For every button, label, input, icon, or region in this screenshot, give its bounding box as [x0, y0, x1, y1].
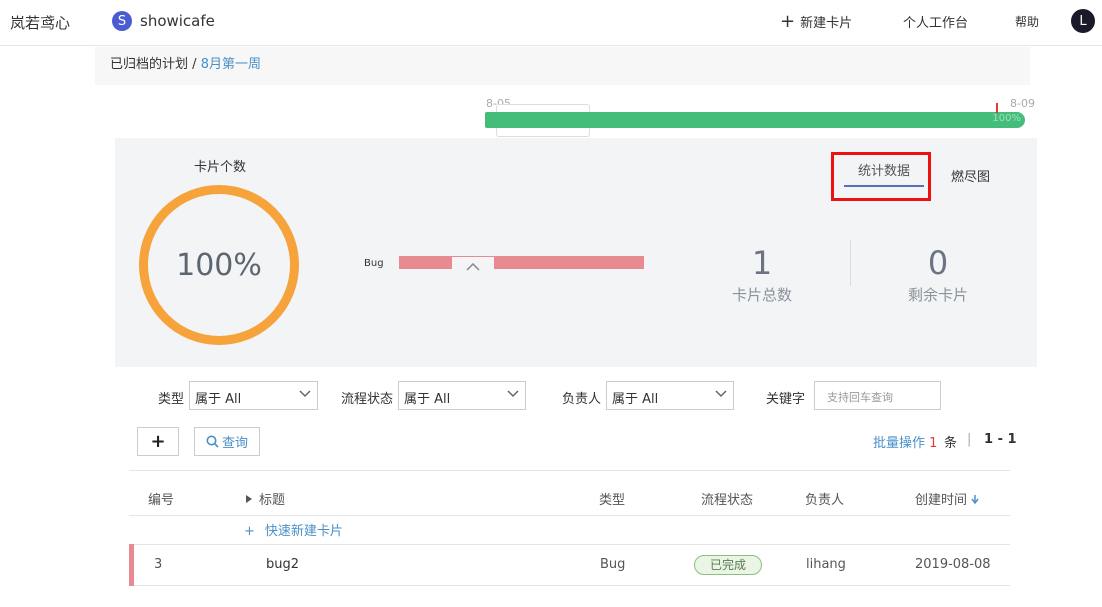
- query-label: 查询: [221, 436, 248, 451]
- column-header-title-label: 标题: [259, 493, 286, 508]
- type-filter-value: 属于 All: [195, 392, 242, 407]
- total-cards-stat: 1 卡片总数: [702, 244, 822, 305]
- breadcrumb-parent[interactable]: 已归档的计划: [110, 57, 188, 72]
- type-filter-label: 类型: [158, 392, 185, 407]
- total-cards-number: 1: [751, 244, 773, 282]
- query-button[interactable]: 查询: [194, 427, 260, 456]
- column-header-status[interactable]: 流程状态: [701, 489, 753, 508]
- row-id: 3: [154, 557, 163, 572]
- plus-icon: +: [244, 524, 255, 539]
- owner-filter-select[interactable]: 属于 All: [606, 381, 734, 410]
- keyword-input[interactable]: 支持回车查询: [814, 381, 941, 410]
- workspace-link[interactable]: 个人工作台: [903, 12, 968, 31]
- column-header-title[interactable]: 标题: [245, 489, 285, 508]
- total-cards-label: 卡片总数: [731, 286, 792, 304]
- quick-add-card[interactable]: + 快速新建卡片: [244, 520, 343, 539]
- tab-burndown[interactable]: 燃尽图: [951, 166, 990, 185]
- status-filter-label: 流程状态: [341, 392, 394, 407]
- completion-percent: 100%: [176, 247, 262, 283]
- batch-operation-link[interactable]: 批量操作 1: [873, 432, 937, 451]
- bug-bar[interactable]: [399, 256, 644, 269]
- row-type: Bug: [600, 557, 626, 572]
- help-link[interactable]: 帮助: [1015, 13, 1039, 30]
- breadcrumb-current[interactable]: 8月第一周: [201, 57, 261, 72]
- chevron-up-icon: [466, 262, 480, 271]
- row-type-indicator: [129, 544, 134, 586]
- new-card-button[interactable]: + 新建卡片: [780, 12, 852, 31]
- table-top-border: [129, 470, 1010, 471]
- pagination-range: 1 - 1: [984, 432, 1017, 447]
- status-filter-select[interactable]: 属于 All: [398, 381, 526, 410]
- bug-bar-label: Bug: [364, 258, 384, 269]
- plus-icon: +: [780, 10, 796, 32]
- caret-right-icon: [246, 495, 252, 503]
- card-count-title: 卡片个数: [194, 160, 247, 175]
- batch-label: 批量操作: [873, 436, 926, 451]
- keyword-label: 关键字: [766, 392, 806, 407]
- breadcrumb-separator: /: [192, 57, 197, 72]
- new-card-label: 新建卡片: [800, 16, 853, 31]
- row-title[interactable]: bug2: [266, 557, 299, 572]
- row-created: 2019-08-08: [915, 557, 991, 572]
- today-marker: [996, 103, 998, 113]
- table-header-border: [129, 515, 1010, 516]
- quick-add-label: 快速新建卡片: [264, 524, 343, 539]
- column-header-owner[interactable]: 负责人: [805, 489, 844, 508]
- project-name: showicafe: [140, 12, 215, 30]
- sort-down-icon: [971, 495, 979, 505]
- highlight-box: [831, 152, 931, 201]
- table-row[interactable]: [129, 544, 1010, 586]
- column-header-id[interactable]: 编号: [148, 489, 174, 508]
- stat-divider: [850, 240, 851, 286]
- remaining-cards-stat: 0 剩余卡片: [878, 244, 998, 305]
- timeline-progress-bar[interactable]: 100%: [485, 112, 1025, 128]
- batch-count: 1: [929, 436, 938, 451]
- pagination-separator: |: [967, 432, 972, 447]
- owner-filter-label: 负责人: [562, 392, 602, 407]
- column-header-created[interactable]: 创建时间: [915, 489, 979, 508]
- owner-filter-value: 属于 All: [612, 392, 659, 407]
- column-header-type[interactable]: 类型: [599, 489, 625, 508]
- brand-name[interactable]: 岚若鸢心: [10, 12, 70, 33]
- chevron-down-icon: [299, 390, 311, 398]
- project-icon: S: [112, 11, 132, 31]
- status-filter-value: 属于 All: [404, 392, 451, 407]
- top-bar: 岚若鸢心 S showicafe + 新建卡片 个人工作台 帮助 L: [0, 0, 1102, 46]
- chevron-down-icon: [715, 390, 727, 398]
- chevron-down-icon: [507, 390, 519, 398]
- row-owner: lihang: [806, 557, 846, 572]
- add-card-button[interactable]: +: [137, 427, 179, 456]
- column-header-created-label: 创建时间: [915, 493, 968, 508]
- type-filter-select[interactable]: 属于 All: [189, 381, 318, 410]
- remaining-cards-number: 0: [927, 244, 949, 282]
- breadcrumb: 已归档的计划 / 8月第一周: [95, 47, 1030, 85]
- batch-unit: 条: [944, 436, 958, 451]
- avatar[interactable]: L: [1071, 9, 1095, 33]
- search-icon: [206, 435, 219, 448]
- timeline-end-date: 8-09: [1010, 97, 1035, 110]
- bug-bar-tooltip: [452, 256, 494, 276]
- project-switcher[interactable]: S showicafe: [112, 11, 215, 31]
- remaining-cards-label: 剩余卡片: [907, 286, 968, 304]
- completion-ring: 100%: [139, 185, 299, 345]
- status-badge[interactable]: 已完成: [694, 555, 762, 575]
- timeline-progress-label: 100%: [992, 113, 1021, 124]
